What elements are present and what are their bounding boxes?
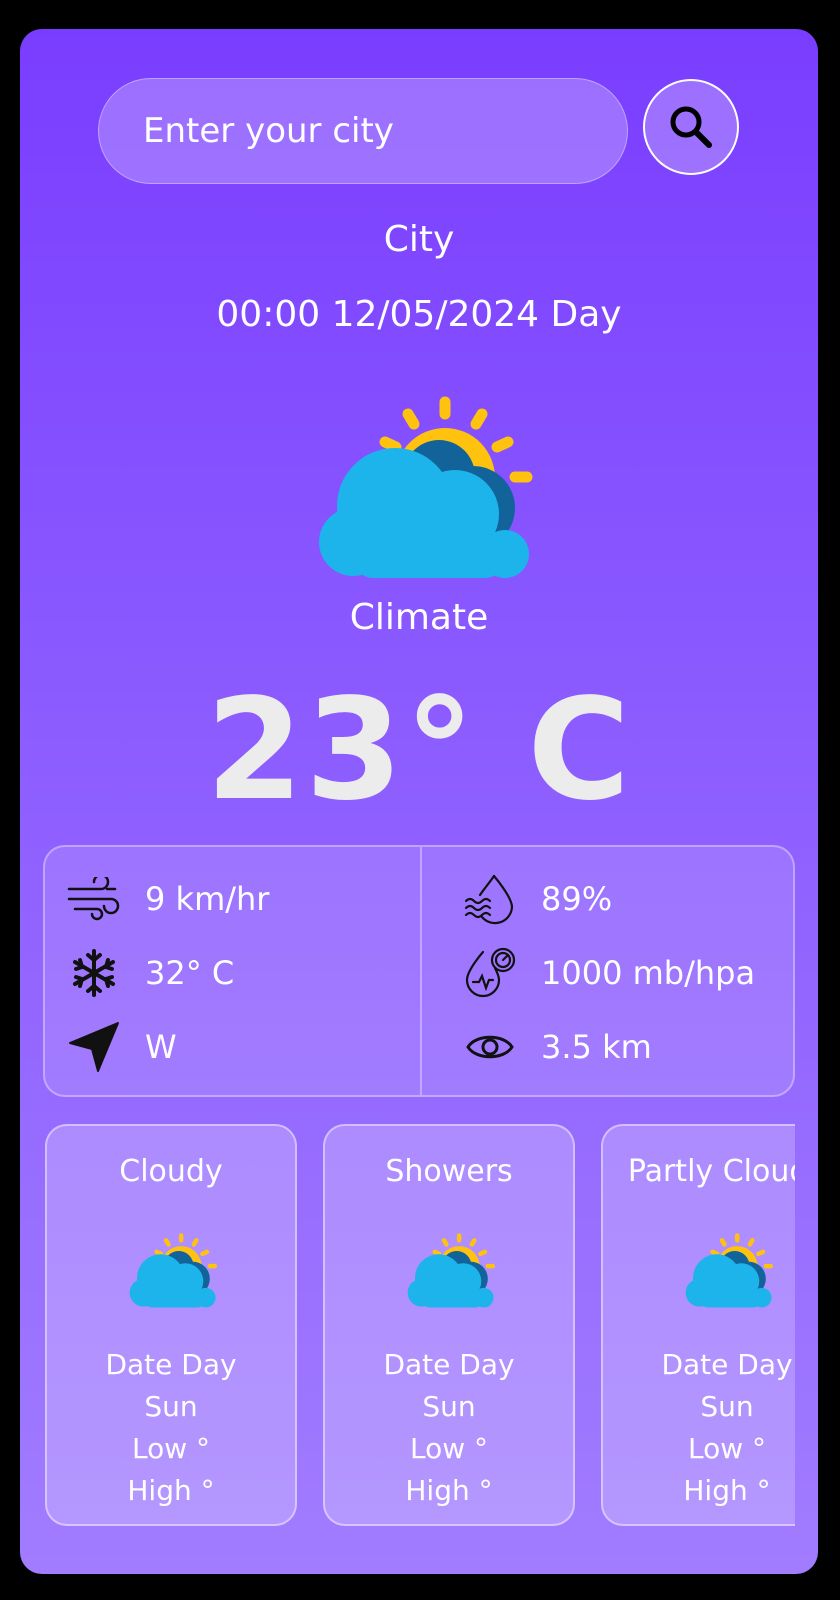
search-icon xyxy=(670,106,712,148)
feels-like-value: 32° C xyxy=(145,954,235,992)
wind-speed-row: 9 km/hr xyxy=(67,869,269,929)
forecast-condition: Showers xyxy=(385,1154,513,1189)
forecast-high: High ° xyxy=(127,1474,215,1507)
visibility-row: 3.5 km xyxy=(463,1017,652,1077)
forecast-low: Low ° xyxy=(409,1432,489,1465)
forecast-date: Date Day xyxy=(105,1348,237,1381)
forecast-high: High ° xyxy=(683,1474,771,1507)
weather-details-panel: 9 km/hr 32° C W 89% 1000 mb/hpa 3.5 km xyxy=(43,845,795,1097)
date-time: 00:00 12/05/2024 Day xyxy=(216,294,622,335)
partly-cloudy-icon xyxy=(305,374,545,594)
forecast-condition: Cloudy xyxy=(119,1154,223,1189)
city-name: City xyxy=(383,219,455,260)
partly-cloudy-icon xyxy=(123,1224,223,1314)
forecast-card[interactable]: Cloudy Date Day Sun Low ° High ° xyxy=(45,1124,297,1526)
forecast-day: Sun xyxy=(700,1390,754,1423)
humidity-drop-icon xyxy=(463,872,517,926)
forecast-low: Low ° xyxy=(131,1432,211,1465)
city-search-input[interactable] xyxy=(98,78,628,184)
forecast-day: Sun xyxy=(422,1390,476,1423)
pressure-gauge-icon xyxy=(463,946,517,1000)
partly-cloudy-icon xyxy=(679,1224,779,1314)
navigation-arrow-icon xyxy=(67,1020,121,1074)
forecast-track: Cloudy Date Day Sun Low ° High ° Showers… xyxy=(43,1124,795,1526)
visibility-value: 3.5 km xyxy=(541,1028,652,1066)
panel-divider xyxy=(420,847,422,1095)
pressure-value: 1000 mb/hpa xyxy=(541,954,756,992)
wind-icon xyxy=(67,872,121,926)
pressure-row: 1000 mb/hpa xyxy=(463,943,755,1003)
forecast-low: Low ° xyxy=(687,1432,767,1465)
wind-direction-row: W xyxy=(67,1017,177,1077)
forecast-scroller[interactable]: Cloudy Date Day Sun Low ° High ° Showers… xyxy=(43,1124,795,1534)
feels-like-row: 32° C xyxy=(67,943,234,1003)
current-temperature: 23° C xyxy=(205,669,633,832)
wind-speed-value: 9 km/hr xyxy=(145,880,270,918)
weather-condition: Climate xyxy=(349,597,489,638)
wind-direction-value: W xyxy=(145,1028,177,1066)
partly-cloudy-icon xyxy=(401,1224,501,1314)
humidity-value: 89% xyxy=(541,880,613,918)
humidity-row: 89% xyxy=(463,869,612,929)
forecast-condition: Partly Cloudy xyxy=(627,1154,795,1189)
forecast-date: Date Day xyxy=(661,1348,793,1381)
snowflake-icon xyxy=(67,946,121,1000)
eye-icon xyxy=(463,1020,517,1074)
forecast-day: Sun xyxy=(144,1390,198,1423)
search-button[interactable] xyxy=(643,79,739,175)
forecast-date: Date Day xyxy=(383,1348,515,1381)
weather-app: City 00:00 12/05/2024 Day Climate 23° C … xyxy=(20,29,818,1574)
forecast-high: High ° xyxy=(405,1474,493,1507)
forecast-card[interactable]: Showers Date Day Sun Low ° High ° xyxy=(323,1124,575,1526)
forecast-card[interactable]: Partly Cloudy Date Day Sun Low ° High ° xyxy=(601,1124,795,1526)
